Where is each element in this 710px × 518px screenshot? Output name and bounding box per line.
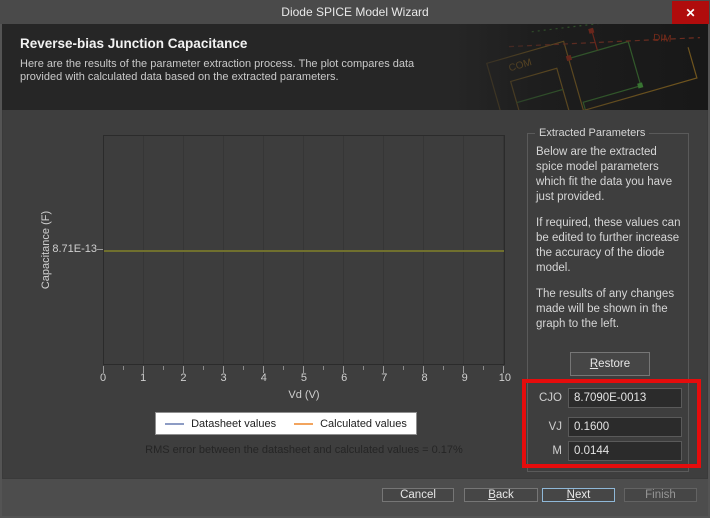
m-label: M xyxy=(526,445,562,457)
x-tick-5: 5 xyxy=(294,372,314,384)
page-description: Here are the results of the parameter ex… xyxy=(20,58,414,84)
chart-legend: Datasheet values Calculated values xyxy=(155,412,417,435)
x-tick-1: 1 xyxy=(133,372,153,384)
x-tick-3: 3 xyxy=(214,372,234,384)
y-axis-label: Capacitance (F) xyxy=(40,211,52,289)
legend-item-calculated: Calculated values xyxy=(294,418,407,430)
legend-label-datasheet: Datasheet values xyxy=(191,418,276,430)
extracted-parameters-description: Below are the extracted spice model para… xyxy=(536,145,686,343)
back-button-label: Back xyxy=(488,489,514,501)
page-description-line1: Here are the results of the parameter ex… xyxy=(20,58,414,71)
params-paragraph-3: The results of any changes made will be … xyxy=(536,287,686,332)
m-input[interactable] xyxy=(568,441,682,461)
close-button[interactable]: ✕ xyxy=(672,1,709,24)
x-tick-6: 6 xyxy=(334,372,354,384)
restore-button-label: Restore xyxy=(590,358,630,370)
cancel-button[interactable]: Cancel xyxy=(382,488,454,502)
cjo-parameter-row: CJO xyxy=(526,388,682,408)
cjo-input[interactable] xyxy=(568,388,682,408)
x-tick-4: 4 xyxy=(254,372,274,384)
params-paragraph-2: If required, these values can be edited … xyxy=(536,216,686,276)
diode-spice-wizard-dialog: Diode SPICE Model Wizard ✕ xyxy=(0,0,710,518)
back-button[interactable]: Back xyxy=(464,488,538,502)
page-description-line2: provided with calculated data based on t… xyxy=(20,71,414,84)
vj-input[interactable] xyxy=(568,417,682,437)
rms-error-text: RMS error between the datasheet and calc… xyxy=(103,444,505,456)
y-axis-tick-mark xyxy=(97,249,103,250)
x-tick-10: 10 xyxy=(495,372,515,384)
params-paragraph-1: Below are the extracted spice model para… xyxy=(536,145,686,205)
datasheet-line-swatch xyxy=(165,423,184,425)
calculated-line-swatch xyxy=(294,423,313,425)
legend-item-datasheet: Datasheet values xyxy=(165,418,276,430)
x-tick-2: 2 xyxy=(173,372,193,384)
schematic-preview-image: COM COM DIM Main Power Switch xyxy=(453,24,708,110)
capacitance-plot-area xyxy=(103,135,505,365)
finish-button-label: Finish xyxy=(645,489,676,501)
vj-label: VJ xyxy=(526,421,562,433)
cjo-label: CJO xyxy=(526,392,562,404)
legend-label-calculated: Calculated values xyxy=(320,418,407,430)
x-tick-8: 8 xyxy=(415,372,435,384)
page-title: Reverse-bias Junction Capacitance xyxy=(20,36,247,51)
m-parameter-row: M xyxy=(526,441,682,461)
next-button[interactable]: Next xyxy=(542,488,615,502)
x-tick-9: 9 xyxy=(455,372,475,384)
close-icon: ✕ xyxy=(685,6,695,20)
capacitance-data-line xyxy=(104,250,504,252)
vj-parameter-row: VJ xyxy=(526,417,682,437)
extracted-parameters-title: Extracted Parameters xyxy=(535,127,649,139)
x-axis-tick-labels: 0 1 2 3 4 5 6 7 8 9 10 xyxy=(93,372,515,384)
restore-button[interactable]: Restore xyxy=(570,352,650,376)
finish-button: Finish xyxy=(624,488,697,502)
window-title: Diode SPICE Model Wizard xyxy=(281,5,428,19)
x-tick-7: 7 xyxy=(374,372,394,384)
title-bar[interactable]: Diode SPICE Model Wizard xyxy=(0,0,710,24)
wizard-header: COM COM DIM Main Power Switch Reverse-bi… xyxy=(2,24,708,110)
x-tick-0: 0 xyxy=(93,372,113,384)
x-axis-label: Vd (V) xyxy=(103,389,505,401)
cancel-button-label: Cancel xyxy=(400,489,436,501)
next-button-label: Next xyxy=(567,489,591,501)
